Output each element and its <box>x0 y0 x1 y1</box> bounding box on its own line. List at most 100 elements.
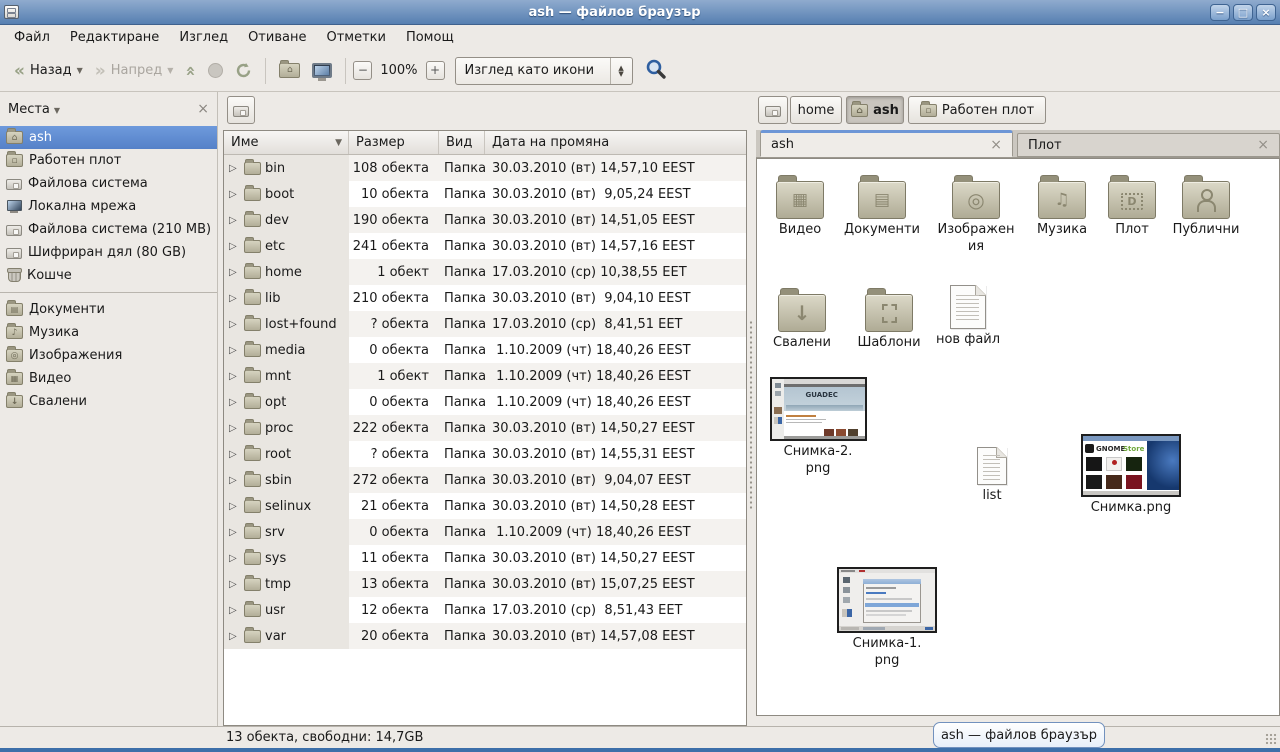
column-header-type[interactable]: Вид <box>439 131 485 154</box>
file-item-templates[interactable]: Шаблони <box>847 287 931 352</box>
expander-icon[interactable]: ▷ <box>229 605 240 616</box>
expander-icon[interactable]: ▷ <box>229 163 240 174</box>
titlebar[interactable]: ash — файлов браузър − □ × <box>0 0 1280 25</box>
file-item-snimka-2[interactable]: GUADEC Снимка-2. png <box>767 377 869 478</box>
view-mode-select[interactable]: Изглед като икони ▲▼ <box>455 57 633 85</box>
file-item-new-file[interactable]: нов файл <box>929 285 1007 349</box>
file-item-music[interactable]: Музика <box>1025 174 1099 239</box>
tree-row-srv[interactable]: ▷ srv 0 обекта Папка 1.10.2009 (чт) 18,4… <box>224 519 746 545</box>
tree-row-usr[interactable]: ▷ usr 12 обекта Папка 17.03.2010 (ср) 8,… <box>224 597 746 623</box>
expander-icon[interactable]: ▷ <box>229 319 240 330</box>
tree-row-bin[interactable]: ▷ bin 108 обекта Папка 30.03.2010 (вт) 1… <box>224 155 746 181</box>
column-header-size[interactable]: Размер <box>349 131 439 154</box>
tree-row-boot[interactable]: ▷ boot 10 обекта Папка 30.03.2010 (вт) 9… <box>224 181 746 207</box>
expander-icon[interactable]: ▷ <box>229 475 240 486</box>
menu-file[interactable]: Файл <box>4 27 60 48</box>
expander-icon[interactable]: ▷ <box>229 241 240 252</box>
expander-icon[interactable]: ▷ <box>229 501 240 512</box>
tree-row-proc[interactable]: ▷ proc 222 обекта Папка 30.03.2010 (вт) … <box>224 415 746 441</box>
tree-row-selinux[interactable]: ▷ selinux 21 обекта Папка 30.03.2010 (вт… <box>224 493 746 519</box>
sidebar-item-video[interactable]: Видео <box>0 367 217 390</box>
tree-row-dev[interactable]: ▷ dev 190 обекта Папка 30.03.2010 (вт) 1… <box>224 207 746 233</box>
breadcrumb-home-button[interactable]: home <box>790 96 842 124</box>
zoom-in-button[interactable]: + <box>426 61 445 80</box>
file-item-pictures[interactable]: Изображен ия <box>931 174 1021 256</box>
tree-row-media[interactable]: ▷ media 0 обекта Папка 1.10.2009 (чт) 18… <box>224 337 746 363</box>
sidebar-item-encrypted-80gb[interactable]: Шифриран дял (80 GB) <box>0 241 217 264</box>
file-item-list[interactable]: list <box>953 447 1031 505</box>
tree-row-mnt[interactable]: ▷ mnt 1 обект Папка 1.10.2009 (чт) 18,40… <box>224 363 746 389</box>
taskbar-window-button[interactable]: ash — файлов браузър <box>933 722 1105 748</box>
tree-row-var[interactable]: ▷ var 20 обекта Папка 30.03.2010 (вт) 14… <box>224 623 746 649</box>
sidebar-close-icon[interactable]: × <box>197 101 209 117</box>
resize-grip[interactable] <box>1265 733 1278 746</box>
sidebar-item-desktop[interactable]: Работен плот <box>0 149 217 172</box>
expander-icon[interactable]: ▷ <box>229 345 240 356</box>
tab-plot[interactable]: Плот × <box>1017 133 1280 157</box>
sidebar-item-trash[interactable]: Кошче <box>0 264 217 287</box>
expander-icon[interactable]: ▷ <box>229 397 240 408</box>
menu-view[interactable]: Изглед <box>169 27 238 48</box>
breadcrumb-root-button[interactable] <box>758 96 788 124</box>
breadcrumb-desktop-button[interactable]: Работен плот <box>908 96 1046 124</box>
stop-button[interactable] <box>202 59 229 82</box>
tab-close-icon[interactable]: × <box>990 137 1002 153</box>
expander-icon[interactable]: ▷ <box>229 293 240 304</box>
sidebar-item-pictures[interactable]: Изображения <box>0 344 217 367</box>
file-item-public[interactable]: Публични <box>1165 174 1247 239</box>
menu-bookmarks[interactable]: Отметки <box>316 27 395 48</box>
root-location-button[interactable] <box>227 96 255 124</box>
sidebar-item-local-network[interactable]: Локална мрежа <box>0 195 217 218</box>
expander-icon[interactable]: ▷ <box>229 189 240 200</box>
file-item-downloads[interactable]: Свалени <box>759 287 845 352</box>
tree-row-lib[interactable]: ▷ lib 210 обекта Папка 30.03.2010 (вт) 9… <box>224 285 746 311</box>
file-item-snimka[interactable]: GNOME Store Снимка.png <box>1069 434 1193 517</box>
up-button[interactable]: « <box>179 57 202 85</box>
expander-icon[interactable]: ▷ <box>229 371 240 382</box>
close-button[interactable]: × <box>1256 4 1276 21</box>
column-header-name[interactable]: Име ▼ <box>224 131 349 154</box>
expander-icon[interactable]: ▷ <box>229 527 240 538</box>
expander-icon[interactable]: ▷ <box>229 423 240 434</box>
column-header-modified[interactable]: Дата на промяна <box>485 131 746 154</box>
computer-button[interactable] <box>306 59 338 82</box>
tab-close-icon[interactable]: × <box>1257 137 1269 153</box>
tree-row-opt[interactable]: ▷ opt 0 обекта Папка 1.10.2009 (чт) 18,4… <box>224 389 746 415</box>
file-item-desktop[interactable]: Плот <box>1099 174 1165 239</box>
tree-row-sbin[interactable]: ▷ sbin 272 обекта Папка 30.03.2010 (вт) … <box>224 467 746 493</box>
expander-icon[interactable]: ▷ <box>229 215 240 226</box>
tree-row-sys[interactable]: ▷ sys 11 обекта Папка 30.03.2010 (вт) 14… <box>224 545 746 571</box>
home-button[interactable] <box>273 59 306 82</box>
tree-row-home[interactable]: ▷ home 1 обект Папка 17.03.2010 (ср) 10,… <box>224 259 746 285</box>
sidebar-item-documents[interactable]: Документи <box>0 298 217 321</box>
expander-icon[interactable]: ▷ <box>229 631 240 642</box>
expander-icon[interactable]: ▷ <box>229 449 240 460</box>
tree-row-tmp[interactable]: ▷ tmp 13 обекта Папка 30.03.2010 (вт) 15… <box>224 571 746 597</box>
breadcrumb-ash-button[interactable]: ash <box>846 96 904 124</box>
reload-button[interactable] <box>229 58 258 83</box>
icon-view[interactable]: Видео Документи Изображен ия Музика Плот <box>756 158 1280 716</box>
menu-edit[interactable]: Редактиране <box>60 27 169 48</box>
back-dropdown-icon[interactable]: ▼ <box>77 66 83 75</box>
minimize-button[interactable]: − <box>1210 4 1230 21</box>
tab-ash[interactable]: ash × <box>760 130 1013 157</box>
back-button[interactable]: « Назад ▼ <box>8 59 89 82</box>
expander-icon[interactable]: ▷ <box>229 579 240 590</box>
sidebar-item-downloads[interactable]: Свалени <box>0 390 217 413</box>
menu-help[interactable]: Помощ <box>396 27 464 48</box>
file-item-documents[interactable]: Документи <box>839 174 925 239</box>
sidebar-item-music[interactable]: Музика <box>0 321 217 344</box>
menu-go[interactable]: Отиване <box>238 27 316 48</box>
pane-splitter[interactable] <box>747 92 756 726</box>
file-item-video[interactable]: Видео <box>759 174 841 239</box>
forward-button[interactable]: » Напред ▼ <box>89 59 180 82</box>
tree-row-lost+found[interactable]: ▷ lost+found ? обекта Папка 17.03.2010 (… <box>224 311 746 337</box>
expander-icon[interactable]: ▷ <box>229 267 240 278</box>
sidebar-item-filesystem-210mb[interactable]: Файлова система (210 MB) <box>0 218 217 241</box>
sidebar-item-filesystem[interactable]: Файлова система <box>0 172 217 195</box>
sidebar-item-ash[interactable]: ash <box>0 126 217 149</box>
sidebar-pane-selector[interactable]: Места ▼ <box>8 102 60 117</box>
tree-row-root[interactable]: ▷ root ? обекта Папка 30.03.2010 (вт) 14… <box>224 441 746 467</box>
forward-dropdown-icon[interactable]: ▼ <box>167 66 173 75</box>
search-button[interactable] <box>645 58 667 84</box>
